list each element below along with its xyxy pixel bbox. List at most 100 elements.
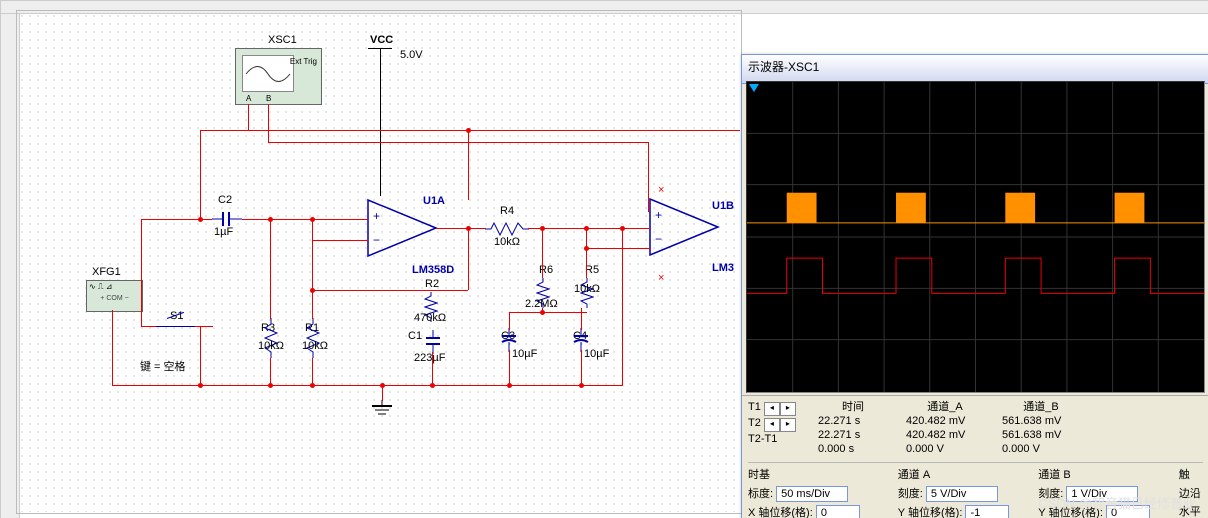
node <box>268 217 273 222</box>
oscilloscope-window[interactable]: 示波器-XSC1 <box>741 54 1208 518</box>
scope-control-panel: T1 ◂▸ T2 ◂▸ T2-T1 时间 22.271 s 22.271 s 0… <box>742 395 1208 518</box>
r4-val: 10kΩ <box>494 236 520 248</box>
chB-ypos-input[interactable]: 0 <box>1106 505 1150 518</box>
r4-ref: R4 <box>500 205 514 217</box>
probe-x-icon: × <box>658 272 664 284</box>
tb-scale-label: 标度: <box>748 488 773 500</box>
svg-text:−: − <box>655 232 662 246</box>
wire <box>312 219 313 319</box>
wire <box>586 228 587 278</box>
t1-left-button[interactable]: ◂ <box>764 402 780 416</box>
node <box>620 226 625 231</box>
probe-x-icon: × <box>658 184 664 196</box>
r1-val: 10kΩ <box>302 340 328 352</box>
wire <box>581 350 582 386</box>
wire <box>581 308 582 330</box>
timebase-label: 时基 <box>748 466 886 482</box>
wire <box>268 142 648 143</box>
t2-right-button[interactable]: ▸ <box>780 418 796 432</box>
xsc-pin-a: A <box>246 94 251 103</box>
xfg1-ref: XFG1 <box>92 266 121 278</box>
wire <box>648 142 649 212</box>
node <box>198 383 203 388</box>
node <box>380 383 385 388</box>
node <box>310 288 315 293</box>
wire <box>242 219 368 220</box>
wire <box>468 228 469 290</box>
chA-ypos-label: Y 轴位移(格): <box>898 507 963 518</box>
switch-s1[interactable] <box>155 326 195 327</box>
wire <box>268 104 269 142</box>
t1-label: T1 <box>748 401 761 413</box>
res-r4[interactable] <box>485 222 529 234</box>
dt-a: 0.000 V <box>906 442 984 456</box>
time-header: 时间 <box>818 400 888 414</box>
t1-right-button[interactable]: ▸ <box>780 402 796 416</box>
t2-label: T2 <box>748 417 761 429</box>
c1-ref: C1 <box>408 330 422 342</box>
wire <box>509 350 510 386</box>
node <box>198 217 203 222</box>
node <box>310 383 315 388</box>
c1-val: 223µF <box>414 352 445 364</box>
dt-time: 0.000 s <box>818 442 888 456</box>
workspace: XSC1 Ext Trig A B VCC 5.0V XFG1 ∿ ⎍ ⊿ + … <box>0 0 1208 518</box>
t1-b: 561.638 mV <box>1002 414 1080 428</box>
chA-scale-label: 刻度: <box>898 488 923 500</box>
r2-ref: R2 <box>425 278 439 290</box>
svg-text:+: + <box>373 209 380 223</box>
svg-text:−: − <box>373 233 380 247</box>
wire <box>436 228 486 229</box>
svg-text:+: + <box>655 208 662 222</box>
xfg-com-label: COM <box>106 295 122 302</box>
u1a-part: LM358D <box>412 264 454 276</box>
wire <box>200 326 201 386</box>
cursor-t1-marker[interactable] <box>749 84 759 92</box>
wire <box>141 219 142 326</box>
ground-symbol <box>370 400 394 423</box>
timebase-scale-input[interactable]: 50 ms/Div <box>776 486 848 502</box>
scope-title-bar[interactable]: 示波器-XSC1 <box>742 55 1208 84</box>
wire <box>509 312 510 330</box>
node <box>310 217 315 222</box>
xsc-pin-b: B <box>266 94 271 103</box>
vcc-value: 5.0V <box>400 49 423 61</box>
c2-val: 1µF <box>214 226 233 238</box>
r5-ref: R5 <box>585 264 599 276</box>
t1-a: 420.482 mV <box>906 414 984 428</box>
chA-scale-input[interactable]: 5 V/Div <box>926 486 998 502</box>
s1-note: 键 = 空格 <box>140 358 186 374</box>
r3-val: 10kΩ <box>258 340 284 352</box>
wire <box>270 358 271 386</box>
timebase-xpos-input[interactable]: 0 <box>816 505 860 518</box>
trigger-label: 触 <box>1179 466 1203 482</box>
wire <box>509 312 587 313</box>
wire <box>195 326 213 327</box>
oscilloscope-instrument[interactable]: Ext Trig A B <box>235 48 322 105</box>
chB-label: 通道 B <box>1038 466 1167 482</box>
node <box>268 383 273 388</box>
wire <box>270 219 271 319</box>
tb-xpos-label: X 轴位移(格): <box>748 507 813 518</box>
node <box>507 383 512 388</box>
wire <box>312 290 468 291</box>
function-generator[interactable]: ∿ ⎍ ⊿ + COM − <box>86 280 143 312</box>
trigger-horiz-label: 水平 <box>1179 503 1203 518</box>
scope-screen[interactable] <box>746 81 1205 393</box>
wire <box>468 130 469 200</box>
r5-val: 10kΩ <box>574 283 600 295</box>
opamp-u1b[interactable]: +− <box>640 195 730 262</box>
t2-left-button[interactable]: ◂ <box>764 418 780 432</box>
node <box>584 246 589 251</box>
wire <box>248 104 249 130</box>
chA-label: 通道 A <box>898 466 1027 482</box>
chA-ypos-input[interactable]: -1 <box>965 505 1009 518</box>
wire <box>312 358 313 386</box>
cursor-readout: T1 ◂▸ T2 ◂▸ T2-T1 时间 22.271 s 22.271 s 0… <box>748 400 1203 456</box>
wire <box>586 248 650 249</box>
opamp-u1a[interactable]: +− <box>358 196 448 263</box>
chB-scale-input[interactable]: 1 V/Div <box>1066 486 1138 502</box>
node <box>466 128 471 133</box>
wire-vcc-down <box>380 48 381 196</box>
wire <box>112 310 113 386</box>
